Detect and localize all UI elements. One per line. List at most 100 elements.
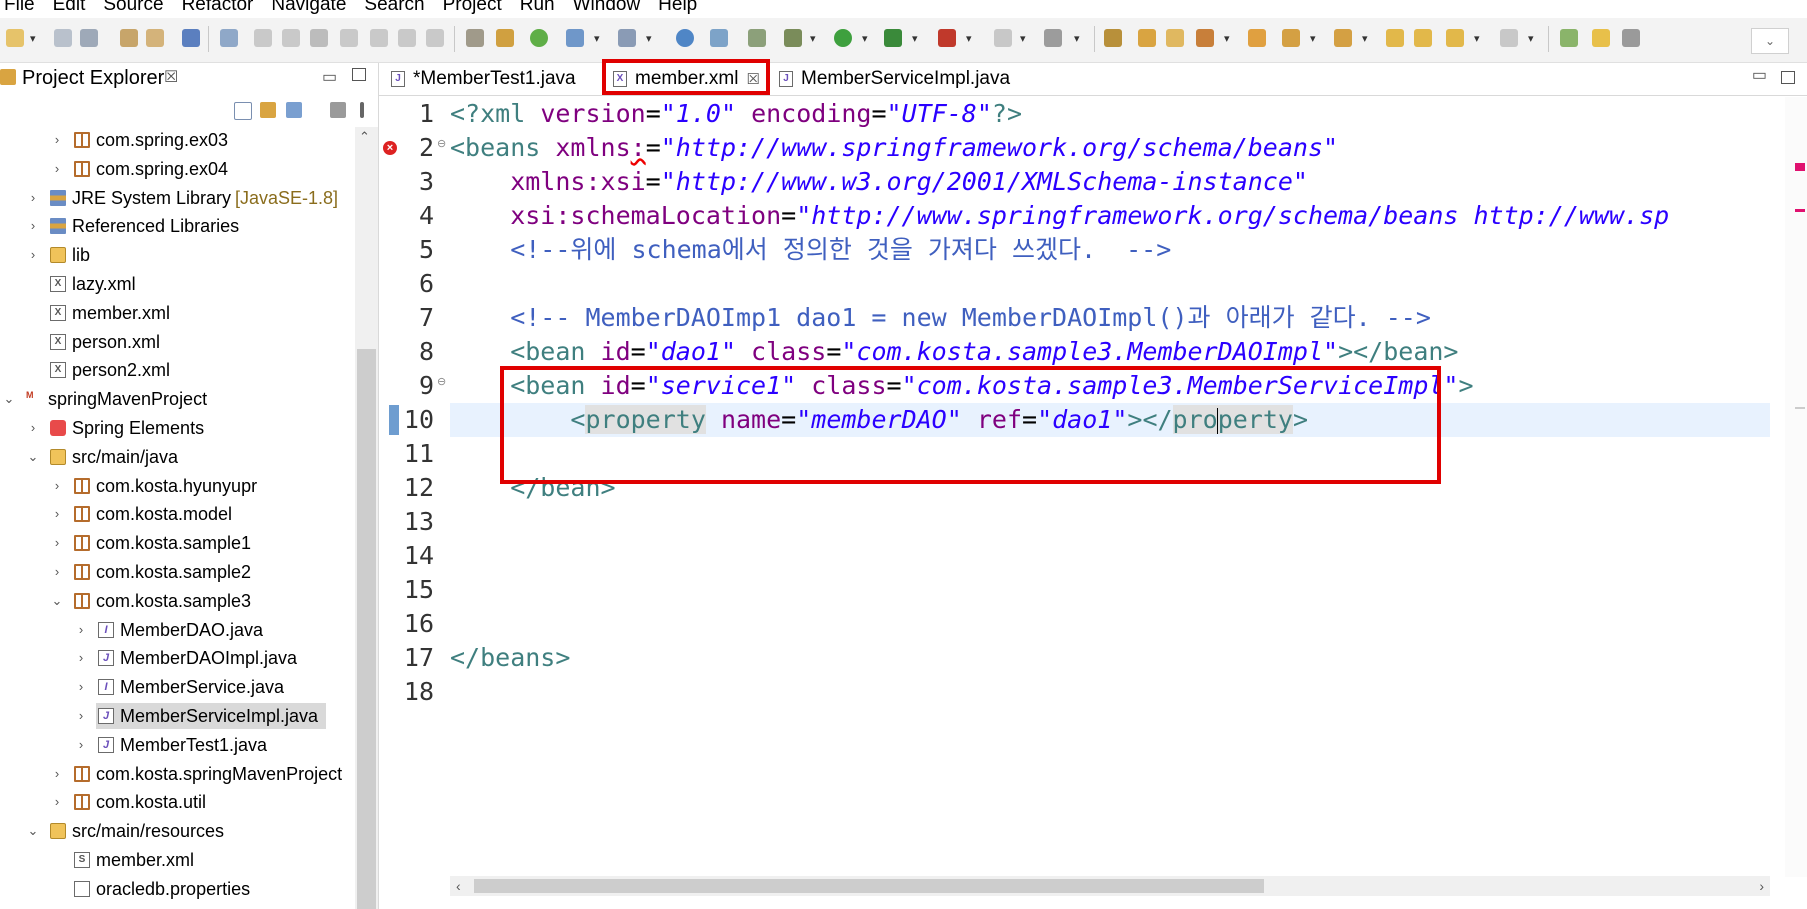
last-edit-icon[interactable] xyxy=(1386,29,1404,47)
tree-item[interactable]: › com.kosta.sample2 xyxy=(0,559,355,585)
minimize-icon[interactable]: ▭ xyxy=(322,63,337,93)
chevron-right-icon[interactable]: › xyxy=(74,645,88,671)
use-step-filters-icon[interactable] xyxy=(466,29,484,47)
chevron-down-icon[interactable]: ▾ xyxy=(862,32,868,45)
save-icon[interactable] xyxy=(54,29,72,47)
tree-item[interactable]: › J MemberDAOImpl.java xyxy=(0,645,355,671)
fold-collapse-icon[interactable]: ⊖ xyxy=(437,375,446,388)
chevron-up-icon[interactable]: ⌃ xyxy=(359,129,370,145)
menu-edit[interactable]: Edit xyxy=(53,0,86,14)
open-task-icon[interactable] xyxy=(1166,29,1184,47)
chevron-right-icon[interactable]: › xyxy=(1759,876,1764,896)
back-icon[interactable] xyxy=(1446,29,1464,47)
chevron-right-icon[interactable]: › xyxy=(74,617,88,643)
fold-collapse-icon[interactable]: ⊖ xyxy=(437,137,446,150)
java-ee-perspective-icon[interactable] xyxy=(1592,29,1610,47)
next-edit-icon[interactable] xyxy=(1414,29,1432,47)
close-icon[interactable]: ☒ xyxy=(164,63,178,93)
disconnect-icon[interactable] xyxy=(340,29,358,47)
menu-source[interactable]: Source xyxy=(103,0,163,14)
annotation-next-icon[interactable] xyxy=(1282,29,1300,47)
menu-refactor[interactable]: Refactor xyxy=(182,0,254,14)
chevron-right-icon[interactable]: › xyxy=(26,415,40,441)
save-all-icon[interactable] xyxy=(80,29,98,47)
tree-item[interactable]: › com.kosta.model xyxy=(0,501,355,527)
chevron-right-icon[interactable]: › xyxy=(50,761,64,787)
menu-project[interactable]: Project xyxy=(443,0,502,14)
chevron-right-icon[interactable]: › xyxy=(74,703,88,729)
tree-item[interactable]: Smember.xml xyxy=(0,847,355,873)
pin-icon[interactable] xyxy=(1196,29,1214,47)
chevron-left-icon[interactable]: ‹ xyxy=(456,876,461,896)
menu-file[interactable]: File xyxy=(4,0,35,14)
editor-tab[interactable]: J MemberServiceImpl.java xyxy=(777,65,1010,93)
external-tools-icon[interactable] xyxy=(938,29,956,47)
chevron-right-icon[interactable]: › xyxy=(26,185,40,211)
chevron-down-icon[interactable]: ▾ xyxy=(1074,32,1080,45)
grid-perspective-icon[interactable] xyxy=(1622,29,1640,47)
chevron-down-icon[interactable]: ▾ xyxy=(1020,32,1026,45)
tree-item[interactable]: › J MemberTest1.java xyxy=(0,732,355,758)
bean-icon[interactable] xyxy=(748,29,766,47)
chevron-down-icon[interactable]: ▾ xyxy=(1224,32,1230,45)
chevron-right-icon[interactable]: › xyxy=(50,473,64,499)
suspend-icon[interactable] xyxy=(282,29,300,47)
tree-item[interactable]: oracledb.properties xyxy=(0,876,355,902)
tree-item[interactable]: Xlazy.xml xyxy=(0,271,355,297)
scrollbar-thumb[interactable] xyxy=(474,879,1264,893)
error-marker[interactable] xyxy=(1795,163,1805,171)
warning-marker[interactable] xyxy=(1795,209,1805,212)
overview-ruler[interactable] xyxy=(1785,97,1807,877)
globe-icon[interactable] xyxy=(676,29,694,47)
chevron-down-icon[interactable]: ▾ xyxy=(1528,32,1534,45)
chevron-down-icon[interactable]: ⌄ xyxy=(26,444,40,470)
chevron-right-icon[interactable]: › xyxy=(50,530,64,556)
chevron-down-icon[interactable]: ▾ xyxy=(1362,32,1368,45)
tree-item[interactable]: ⌄ com.kosta.sample3 xyxy=(0,588,355,614)
search-replace-icon[interactable] xyxy=(1104,29,1122,47)
stop-icon[interactable] xyxy=(994,29,1012,47)
clean-icon[interactable] xyxy=(146,29,164,47)
chevron-down-icon[interactable]: ▾ xyxy=(966,32,972,45)
open-perspective-icon[interactable] xyxy=(1560,29,1578,47)
minimize-icon[interactable]: ▭ xyxy=(1752,65,1767,85)
step-into-icon[interactable] xyxy=(370,29,388,47)
menu-navigate[interactable]: Navigate xyxy=(271,0,346,14)
terminate-icon[interactable] xyxy=(310,29,328,47)
tree-item[interactable]: › J MemberServiceImpl.java xyxy=(79,703,326,729)
menu-window[interactable]: Window xyxy=(573,0,641,14)
tree-item[interactable]: › com.kosta.sample1 xyxy=(0,530,355,556)
chevron-right-icon[interactable]: › xyxy=(50,559,64,585)
chevron-down-icon[interactable]: ▾ xyxy=(1474,32,1480,45)
chevron-down-icon[interactable]: ▾ xyxy=(912,32,918,45)
collapse-all-icon[interactable] xyxy=(234,102,252,120)
menu-help[interactable]: Help xyxy=(658,0,697,14)
chevron-right-icon[interactable]: › xyxy=(50,127,64,153)
chevron-down-icon[interactable]: ▾ xyxy=(1310,32,1316,45)
chevron-right-icon[interactable]: › xyxy=(50,789,64,815)
tree-item[interactable]: › lib xyxy=(0,242,355,268)
menu-run[interactable]: Run xyxy=(520,0,555,14)
more-options-icon[interactable] xyxy=(360,102,364,118)
tree-item[interactable]: Xmember.xml xyxy=(0,300,355,326)
close-icon[interactable]: ☒ xyxy=(746,71,759,88)
chevron-down-icon[interactable]: ⌄ xyxy=(26,818,40,844)
code-editor[interactable]: <?xml version="1.0" encoding="UTF-8"?> <… xyxy=(450,97,1770,877)
deploy-icon[interactable] xyxy=(1044,29,1062,47)
scrollbar-thumb[interactable] xyxy=(357,349,376,909)
tree-item[interactable]: Xperson.xml xyxy=(0,329,355,355)
editor-tab[interactable]: J *MemberTest1.java xyxy=(389,65,576,93)
tree-item[interactable]: › com.spring.ex04 xyxy=(0,156,355,182)
chevron-down-icon[interactable]: ⌄ xyxy=(2,386,16,412)
chevron-down-icon[interactable]: ▾ xyxy=(810,32,816,45)
tree-item[interactable]: › I MemberDAO.java xyxy=(0,617,355,643)
tree-item[interactable]: › com.kosta.springMavenProject xyxy=(0,761,355,787)
tree-item[interactable]: › com.kosta.hyunyupr xyxy=(0,473,355,499)
run-icon[interactable] xyxy=(834,29,852,47)
chevron-down-icon[interactable]: ⌄ xyxy=(50,588,64,614)
quick-access-dropdown[interactable]: ⌄ xyxy=(1751,28,1789,54)
step-over-icon[interactable] xyxy=(398,29,416,47)
new-wizard-icon[interactable] xyxy=(618,29,636,47)
tree-item[interactable]: ⌄ src/main/resources xyxy=(0,818,355,844)
chevron-right-icon[interactable]: › xyxy=(74,732,88,758)
